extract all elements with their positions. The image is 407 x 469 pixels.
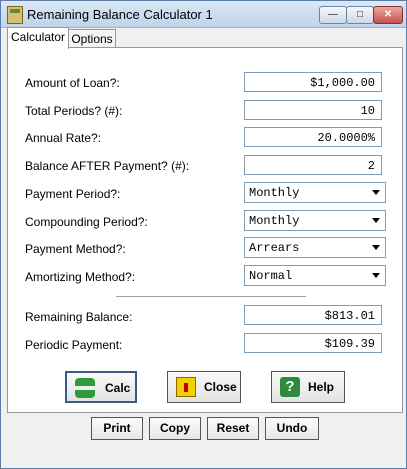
calculator-panel: Amount of Loan?: $1,000.00 Total Periods…	[7, 47, 403, 413]
maximize-button[interactable]: □	[346, 6, 374, 24]
copy-button[interactable]: Copy	[149, 417, 201, 440]
remaining-balance-label: Remaining Balance:	[25, 310, 133, 324]
close-button-label: Close	[204, 380, 237, 394]
payment-period-label: Payment Period?:	[25, 187, 121, 201]
periodic-payment-field: $109.39	[244, 333, 382, 353]
calc-button-label: Calc	[105, 381, 131, 395]
amortizing-method-value: Normal	[249, 269, 293, 283]
payment-period-value: Monthly	[249, 186, 300, 200]
title-bar[interactable]: Remaining Balance Calculator 1 — □ ✕	[1, 1, 406, 28]
tab-options[interactable]: Options	[68, 29, 116, 48]
amortizing-method-select[interactable]: Normal	[244, 265, 386, 286]
amortizing-method-label: Amortizing Method?:	[25, 270, 136, 284]
payment-period-select[interactable]: Monthly	[244, 182, 386, 203]
chevron-down-icon	[372, 273, 380, 278]
calc-icon	[75, 378, 95, 398]
reset-button[interactable]: Reset	[207, 417, 259, 440]
chevron-down-icon	[372, 245, 380, 250]
print-button[interactable]: Print	[91, 417, 143, 440]
close-button[interactable]: Close	[167, 371, 241, 403]
chevron-down-icon	[372, 218, 380, 223]
compounding-period-select[interactable]: Monthly	[244, 210, 386, 231]
compounding-period-value: Monthly	[249, 214, 300, 228]
tab-calculator[interactable]: Calculator	[7, 27, 69, 49]
annual-rate-label: Annual Rate?:	[25, 131, 102, 145]
section-divider	[116, 296, 306, 298]
help-button[interactable]: ? Help	[271, 371, 345, 403]
calc-button[interactable]: Calc	[65, 371, 137, 403]
minimize-button[interactable]: —	[319, 6, 347, 24]
payment-method-value: Arrears	[249, 241, 300, 255]
total-periods-field[interactable]: 10	[244, 100, 382, 120]
door-icon	[176, 377, 196, 397]
help-icon: ?	[280, 377, 300, 397]
close-window-button[interactable]: ✕	[373, 6, 403, 24]
remaining-balance-field: $813.01	[244, 305, 382, 325]
app-window: Remaining Balance Calculator 1 — □ ✕ Cal…	[0, 0, 407, 469]
compounding-period-label: Compounding Period?:	[25, 215, 148, 229]
calculator-icon	[7, 6, 23, 24]
undo-button[interactable]: Undo	[265, 417, 319, 440]
amount-of-loan-field[interactable]: $1,000.00	[244, 72, 382, 92]
window-title: Remaining Balance Calculator 1	[27, 7, 213, 22]
total-periods-label: Total Periods? (#):	[25, 104, 123, 118]
amount-of-loan-label: Amount of Loan?:	[25, 76, 120, 90]
chevron-down-icon	[372, 190, 380, 195]
balance-after-payment-label: Balance AFTER Payment? (#):	[25, 159, 190, 173]
help-button-label: Help	[308, 380, 335, 394]
payment-method-select[interactable]: Arrears	[244, 237, 386, 258]
periodic-payment-label: Periodic Payment:	[25, 338, 123, 352]
annual-rate-field[interactable]: 20.0000%	[244, 127, 382, 147]
payment-method-label: Payment Method?:	[25, 242, 126, 256]
balance-after-payment-field[interactable]: 2	[244, 155, 382, 175]
